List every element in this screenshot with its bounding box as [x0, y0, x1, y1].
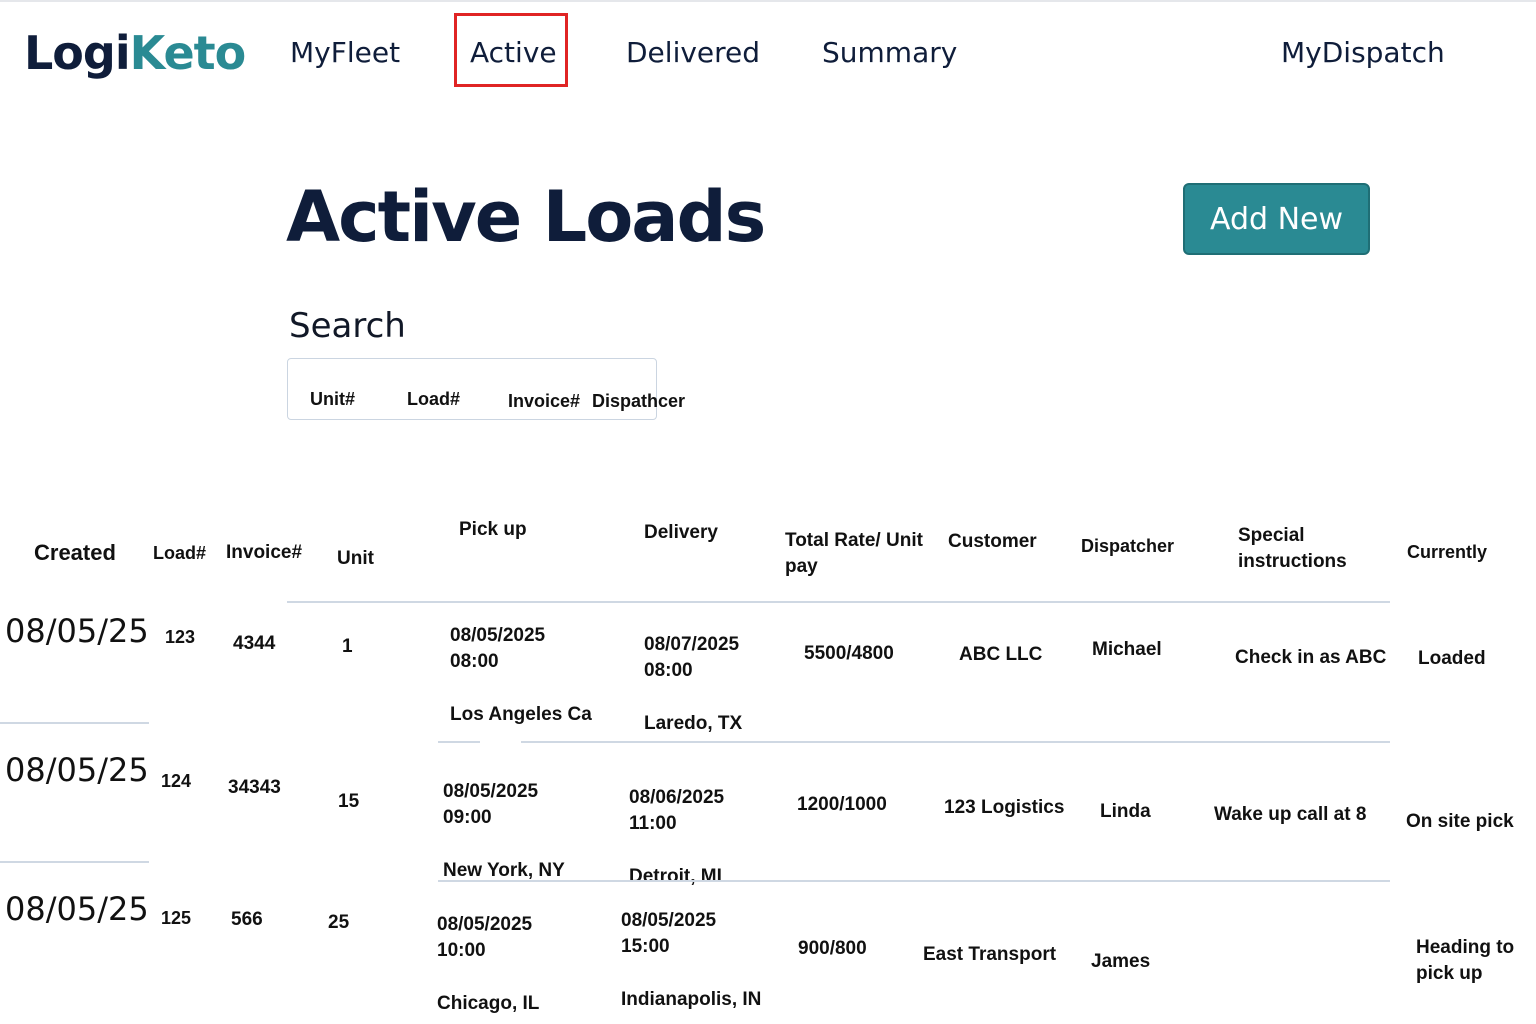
row3-delivery-datetime: 08/05/2025 15:00 [621, 910, 717, 957]
row3-unit[interactable]: 25 [328, 910, 349, 936]
search-label: Search [289, 306, 406, 346]
header-pickup: Pick up [459, 519, 527, 540]
header-load: Load# [153, 543, 207, 563]
row2-divider-left [0, 861, 149, 863]
header-rate: Total Rate/ Unit pay [785, 530, 923, 577]
row2-delivery-location: Detroit, MI [629, 866, 722, 887]
row2-created: 08/05/25 [5, 751, 149, 789]
header-created: Created [34, 540, 116, 565]
nav-summary[interactable]: Summary [822, 36, 957, 69]
header-special-instructions: Special instructions [1238, 525, 1347, 572]
header-customer: Customer [948, 531, 1037, 552]
row1-divider-right [521, 741, 1390, 743]
row3-invoice[interactable]: 566 [231, 907, 263, 933]
logo-text-logi: Logi [24, 26, 131, 80]
row3-delivery-location: Indianapolis, IN [621, 989, 762, 1010]
header-divider [287, 601, 1390, 603]
row1-pickup-location: Los Angeles Ca [450, 704, 592, 725]
nav-delivered[interactable]: Delivered [626, 36, 760, 69]
row3-load[interactable]: 125 [161, 905, 191, 931]
row1-invoice[interactable]: 4344 [233, 631, 275, 657]
row1-created: 08/05/25 [5, 612, 149, 650]
nav-mydispatch[interactable]: MyDispatch [1281, 36, 1445, 69]
search-field-unit[interactable]: Unit# [310, 389, 355, 410]
row1-divider-mid [438, 741, 480, 743]
add-new-button[interactable]: Add New [1183, 183, 1370, 255]
row1-delivery-location: Laredo, TX [644, 713, 743, 734]
header-currently: Currently [1407, 542, 1488, 562]
row2-currently: On site pick [1406, 811, 1514, 832]
row2-unit[interactable]: 15 [338, 789, 359, 815]
search-field-dispatcher[interactable]: Dispathcer [592, 391, 685, 412]
row1-load[interactable]: 123 [165, 624, 195, 650]
row3-customer: East Transport [923, 944, 1057, 965]
header-delivery: Delivery [644, 522, 718, 543]
row2-delivery-datetime: 08/06/2025 11:00 [629, 787, 725, 834]
row1-customer: ABC LLC [959, 644, 1043, 665]
row1-special-instructions: Check in as ABC [1235, 647, 1387, 668]
row1-dispatcher: Michael [1092, 639, 1162, 660]
row2-divider-right [438, 880, 1390, 882]
page: LogiKeto MyFleet Active Delivered Summar… [0, 0, 1536, 1024]
top-divider [0, 0, 1536, 2]
row1-currently: Loaded [1418, 648, 1486, 669]
row3-currently: Heading to pick up [1416, 937, 1515, 984]
row1-delivery-datetime: 08/07/2025 08:00 [644, 634, 740, 681]
search-field-invoice[interactable]: Invoice# [508, 391, 580, 412]
header-dispatcher: Dispatcher [1081, 536, 1175, 556]
search-field-load[interactable]: Load# [407, 389, 460, 410]
row3-rate: 900/800 [798, 938, 867, 959]
row3-pickup-datetime: 08/05/2025 10:00 [437, 914, 533, 961]
nav-myfleet[interactable]: MyFleet [290, 36, 400, 69]
row2-customer: 123 Logistics [944, 797, 1065, 818]
row3-dispatcher: James [1091, 951, 1151, 972]
row1-unit[interactable]: 1 [342, 634, 353, 660]
row2-load[interactable]: 124 [161, 768, 191, 794]
logo[interactable]: LogiKeto [24, 26, 247, 80]
logo-text-keto: Keto [129, 26, 247, 80]
row3-pickup-location: Chicago, IL [437, 993, 540, 1014]
page-title: Active Loads [286, 176, 766, 258]
row2-dispatcher: Linda [1100, 801, 1151, 822]
nav-active[interactable]: Active [470, 36, 557, 69]
row1-pickup-datetime: 08/05/2025 08:00 [450, 625, 546, 672]
row1-divider-left [0, 722, 149, 724]
row2-rate: 1200/1000 [797, 794, 887, 815]
row2-invoice[interactable]: 34343 [228, 775, 281, 801]
row2-pickup-datetime: 08/05/2025 09:00 [443, 781, 539, 828]
row2-special-instructions: Wake up call at 8 [1214, 804, 1367, 825]
header-invoice: Invoice# [226, 542, 303, 563]
row1-rate: 5500/4800 [804, 643, 894, 664]
row3-created: 08/05/25 [5, 890, 149, 928]
header-unit: Unit [337, 548, 374, 569]
